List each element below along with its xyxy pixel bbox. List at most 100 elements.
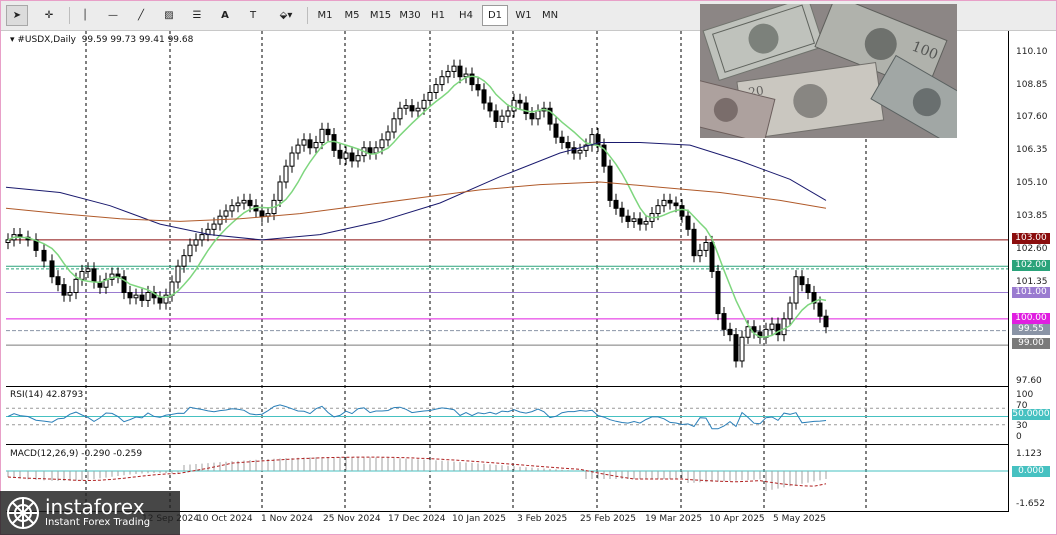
price-level-tag: 101.00 — [1012, 287, 1050, 298]
candle-body — [427, 91, 433, 101]
candle-body — [259, 210, 265, 217]
price-level-tag: 103.00 — [1012, 233, 1050, 244]
instaforex-logo: instaforex Instant Forex Trading — [0, 491, 180, 535]
candle-body — [403, 105, 409, 109]
candle-body — [739, 336, 745, 362]
candle-body — [703, 242, 709, 251]
candle-body — [415, 107, 421, 112]
candle-body — [355, 155, 361, 162]
candle-body — [337, 149, 343, 159]
price-axis-label: 108.85 — [1016, 80, 1048, 90]
candle-body — [373, 147, 379, 154]
candle-body — [817, 302, 823, 317]
candle-body — [181, 255, 187, 267]
ma-slow-line — [5, 181, 827, 222]
candle-body — [41, 249, 47, 262]
candle-body — [799, 276, 805, 286]
candle-body — [619, 207, 625, 217]
candle-body — [73, 278, 79, 294]
candle-body — [787, 302, 793, 320]
candle-body — [655, 205, 661, 215]
candle-body — [493, 110, 499, 122]
candle-body — [625, 215, 631, 222]
candle-body — [193, 239, 199, 246]
candle-body — [223, 210, 229, 217]
candle-body — [295, 144, 301, 154]
candle-body — [823, 315, 829, 328]
price-level-tag: 100.00 — [1012, 313, 1050, 324]
candle-body — [5, 239, 11, 244]
price-level-tag: 102.00 — [1012, 260, 1050, 271]
candle-body — [721, 313, 727, 330]
candle-body — [553, 123, 559, 138]
candle-body — [457, 65, 463, 78]
candle-body — [637, 218, 643, 225]
candle-body — [499, 115, 505, 122]
candle-body — [523, 102, 529, 115]
price-axis-label: 107.60 — [1016, 112, 1048, 122]
price-axis-label: 97.60 — [1016, 376, 1042, 386]
candle-body — [391, 118, 397, 133]
candle-body — [565, 141, 571, 149]
price-axis-label: 102.60 — [1016, 244, 1048, 254]
candle-body — [229, 205, 235, 212]
candle-body — [325, 128, 331, 136]
candle-body — [715, 270, 721, 315]
candle-body — [169, 281, 175, 296]
candle-body — [79, 270, 85, 280]
candle-body — [319, 128, 325, 143]
candle-body — [145, 292, 151, 301]
candle-body — [439, 76, 445, 86]
date-axis-label: 10 Apr 2025 — [709, 514, 765, 524]
candle-body — [517, 99, 523, 104]
candle-body — [781, 318, 787, 336]
candle-body — [679, 205, 685, 217]
date-axis-label: 3 Feb 2025 — [517, 514, 568, 524]
candle-body — [49, 260, 55, 278]
candle-body — [235, 202, 241, 207]
candle-body — [199, 234, 205, 241]
candle-body — [343, 152, 349, 159]
candle-body — [301, 139, 307, 146]
macd-zero-tag: 0.000 — [1012, 466, 1050, 477]
candle-body — [559, 136, 565, 143]
rsi-axis-label: 30 — [1016, 421, 1028, 431]
rsi-axis-label: 100 — [1016, 390, 1034, 400]
candle-body — [631, 218, 637, 222]
candle-body — [397, 107, 403, 120]
candle-body — [307, 139, 313, 149]
date-axis-label: 1 Nov 2024 — [261, 514, 313, 524]
candle-body — [211, 223, 217, 230]
candle-body — [577, 149, 583, 154]
candle-body — [613, 199, 619, 209]
candle-body — [367, 147, 373, 154]
candle-body — [793, 276, 799, 304]
macd-axis-label: -1.652 — [1016, 499, 1046, 509]
candle-body — [505, 110, 511, 117]
candle-body — [805, 284, 811, 294]
banknotes-photo: 100 20 — [700, 4, 957, 138]
price-axis-label: 105.10 — [1016, 178, 1048, 188]
candle-body — [661, 199, 667, 207]
candle-body — [535, 110, 541, 120]
candle-body — [511, 99, 517, 112]
rsi-label: RSI(14) 42.8793 — [10, 390, 84, 400]
candle-body — [463, 73, 469, 78]
price-level-tag: 99.55 — [1012, 324, 1050, 335]
macd-signal-line — [7, 456, 827, 487]
candle-body — [133, 294, 139, 299]
logo-tagline: Instant Forex Trading — [45, 517, 151, 528]
candle-body — [349, 152, 355, 162]
candle-body — [433, 84, 439, 93]
candle-body — [67, 292, 73, 296]
candle-body — [187, 244, 193, 257]
candle-body — [115, 273, 121, 278]
candle-body — [445, 70, 451, 78]
price-axis-label: 101.35 — [1016, 277, 1048, 287]
date-axis-label: 17 Dec 2024 — [388, 514, 446, 524]
candle-body — [487, 102, 493, 112]
candle-body — [697, 249, 703, 257]
price-level-tag: 99.00 — [1012, 338, 1050, 349]
candle-body — [745, 326, 751, 338]
candle-body — [685, 215, 691, 230]
